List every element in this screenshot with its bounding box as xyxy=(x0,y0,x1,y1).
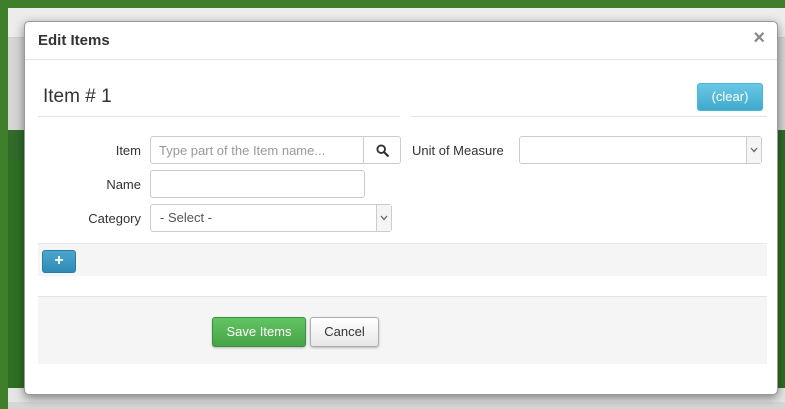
chevron-down-icon xyxy=(376,205,391,231)
item-search-button[interactable] xyxy=(363,136,401,164)
modal-title: Edit Items xyxy=(38,32,110,49)
add-item-strip: + xyxy=(38,243,767,276)
name-input[interactable] xyxy=(150,170,365,198)
category-label: Category xyxy=(88,211,141,226)
category-selected-value: - Select - xyxy=(160,210,213,225)
section-divider-left xyxy=(38,116,400,117)
name-label: Name xyxy=(106,177,141,192)
close-icon[interactable]: × xyxy=(753,28,765,48)
unit-of-measure-label: Unit of Measure xyxy=(412,143,504,158)
save-items-button[interactable]: Save Items xyxy=(212,317,306,347)
unit-of-measure-select[interactable] xyxy=(519,136,762,164)
section-divider-right xyxy=(411,116,767,117)
category-select[interactable]: - Select - xyxy=(150,204,392,232)
modal-header: Edit Items × xyxy=(25,22,777,60)
item-title: Item # 1 xyxy=(43,86,112,107)
add-item-button[interactable]: + xyxy=(42,250,76,273)
item-search-input[interactable] xyxy=(150,136,364,164)
edit-items-modal: Edit Items × Item # 1 (clear) Item Unit … xyxy=(24,21,778,395)
cancel-button[interactable]: Cancel xyxy=(310,317,379,347)
item-label: Item xyxy=(115,143,141,158)
chevron-down-icon xyxy=(746,137,761,163)
modal-footer: Save Items Cancel xyxy=(38,296,767,364)
clear-button[interactable]: (clear) xyxy=(697,83,763,111)
search-icon xyxy=(375,143,389,157)
